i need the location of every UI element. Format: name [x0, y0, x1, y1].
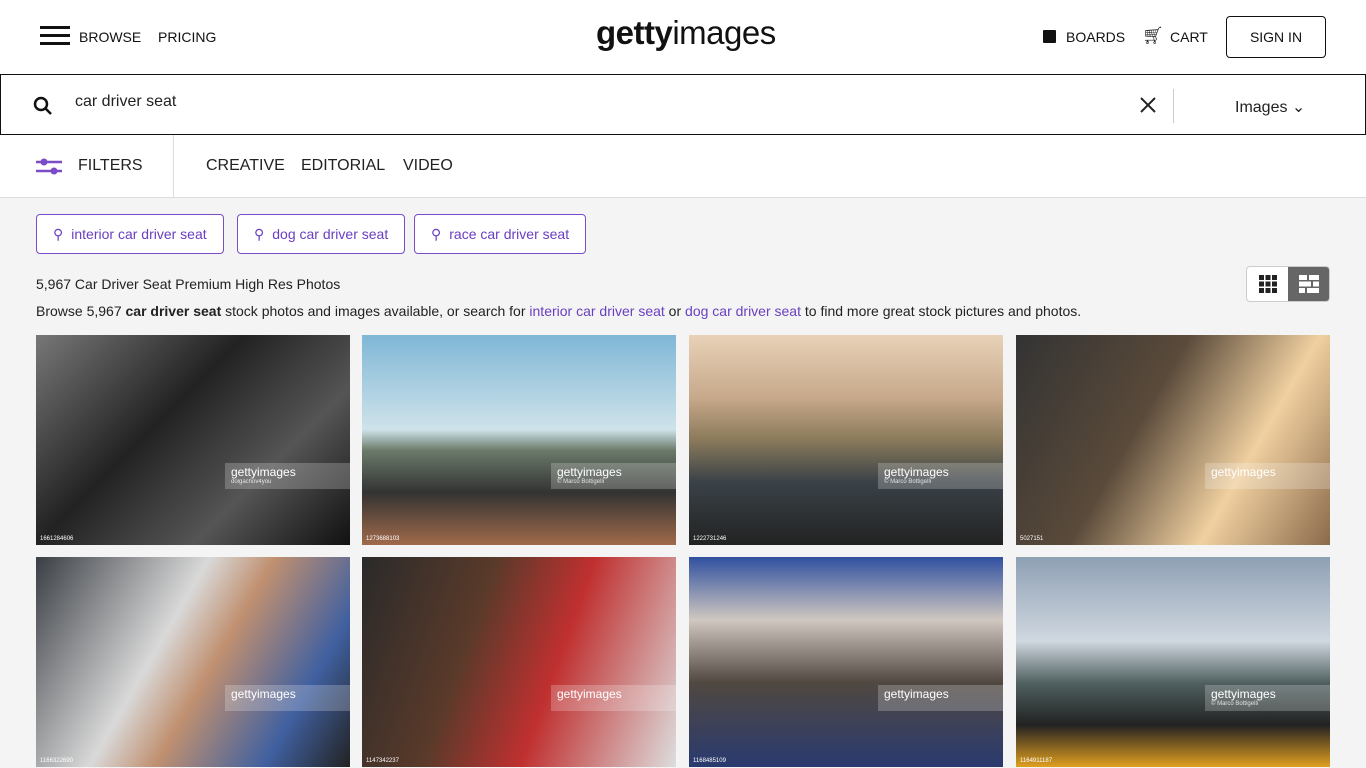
mosaic-view-icon[interactable]	[1288, 267, 1329, 301]
clear-icon[interactable]	[1140, 97, 1156, 113]
image-tile[interactable]: gettyimages © Marco Bottigelli 1222731246	[689, 335, 1003, 545]
menu-icon[interactable]	[40, 26, 70, 46]
image-tile[interactable]: gettyimages 1166322690	[36, 557, 350, 767]
search-bar: Images ⌄	[0, 74, 1366, 135]
pricing-link[interactable]: PRICING	[158, 29, 216, 45]
image-tile[interactable]: gettyimages dolgachov4you 1661284606	[36, 335, 350, 545]
cart-link[interactable]: CART	[1170, 29, 1208, 45]
image-id: 1168485109	[693, 758, 726, 764]
related-search-link[interactable]: dog car driver seat	[685, 303, 801, 319]
image-id: 1661284606	[40, 536, 74, 542]
tab-creative[interactable]: CREATIVE	[206, 157, 285, 175]
suggestion-chip[interactable]: ⚲ dog car driver seat	[237, 214, 406, 254]
tab-editorial[interactable]: EDITORIAL	[301, 157, 385, 175]
image-tile[interactable]: gettyimages © Marco Bottigelli 1164911187	[1016, 557, 1330, 767]
cart-icon: 🛒︎	[1142, 26, 1164, 45]
filters-icon[interactable]	[36, 156, 62, 176]
image-id: 1273688103	[366, 536, 400, 542]
image-id: 5027151	[1020, 536, 1044, 542]
chevron-down-icon: ⌄	[1291, 99, 1306, 116]
sign-in-button[interactable]: SIGN IN	[1226, 16, 1326, 58]
header: BROWSE PRICING gettyimages BOARDS 🛒︎ CAR…	[0, 0, 1366, 74]
image-tile[interactable]: gettyimages 5027151	[1016, 335, 1330, 545]
related-search-link[interactable]: interior car driver seat	[529, 303, 664, 319]
watermark: gettyimages © Marco Bottigelli	[551, 463, 676, 489]
image-id: 1166322690	[40, 758, 73, 764]
search-type-select[interactable]: Images ⌄	[1235, 97, 1305, 117]
image-id: 1164911187	[1020, 758, 1053, 764]
image-id: 1147342237	[366, 758, 399, 764]
suggestion-chip[interactable]: ⚲ race car driver seat	[414, 214, 587, 254]
search-icon: ⚲	[431, 225, 442, 242]
image-tile[interactable]: gettyimages 1168485109	[689, 557, 1003, 767]
image-id: 1222731246	[693, 536, 727, 542]
watermark: gettyimages	[878, 685, 1003, 711]
image-tile[interactable]: gettyimages © Marco Bottigelli 1273688103	[362, 335, 676, 545]
filter-bar: FILTERS CREATIVE EDITORIAL VIDEO	[0, 135, 1366, 198]
browse-link[interactable]: BROWSE	[79, 29, 141, 45]
search-icon[interactable]	[33, 96, 53, 116]
image-tile[interactable]: gettyimages 1147342237	[362, 557, 676, 767]
results-description: Browse 5,967 car driver seat stock photo…	[36, 303, 1082, 319]
watermark: gettyimages	[551, 685, 676, 711]
watermark: gettyimages	[1205, 463, 1330, 489]
watermark: gettyimages dolgachov4you	[225, 463, 350, 489]
suggestion-chip[interactable]: ⚲ interior car driver seat	[36, 214, 224, 254]
filters-button[interactable]: FILTERS	[78, 157, 143, 175]
watermark: gettyimages © Marco Bottigelli	[878, 463, 1003, 489]
boards-link[interactable]: BOARDS	[1066, 29, 1125, 45]
search-icon: ⚲	[254, 225, 265, 242]
results-count: 5,967 Car Driver Seat Premium High Res P…	[36, 276, 341, 292]
watermark: gettyimages	[225, 685, 350, 711]
view-toggle	[1246, 266, 1330, 302]
tab-video[interactable]: VIDEO	[403, 157, 453, 175]
watermark: gettyimages © Marco Bottigelli	[1205, 685, 1330, 711]
grid-view-icon[interactable]	[1247, 267, 1288, 301]
search-input[interactable]	[75, 93, 975, 111]
search-icon: ⚲	[53, 225, 64, 242]
boards-icon	[1043, 30, 1056, 43]
logo[interactable]: gettyimages	[596, 14, 776, 52]
